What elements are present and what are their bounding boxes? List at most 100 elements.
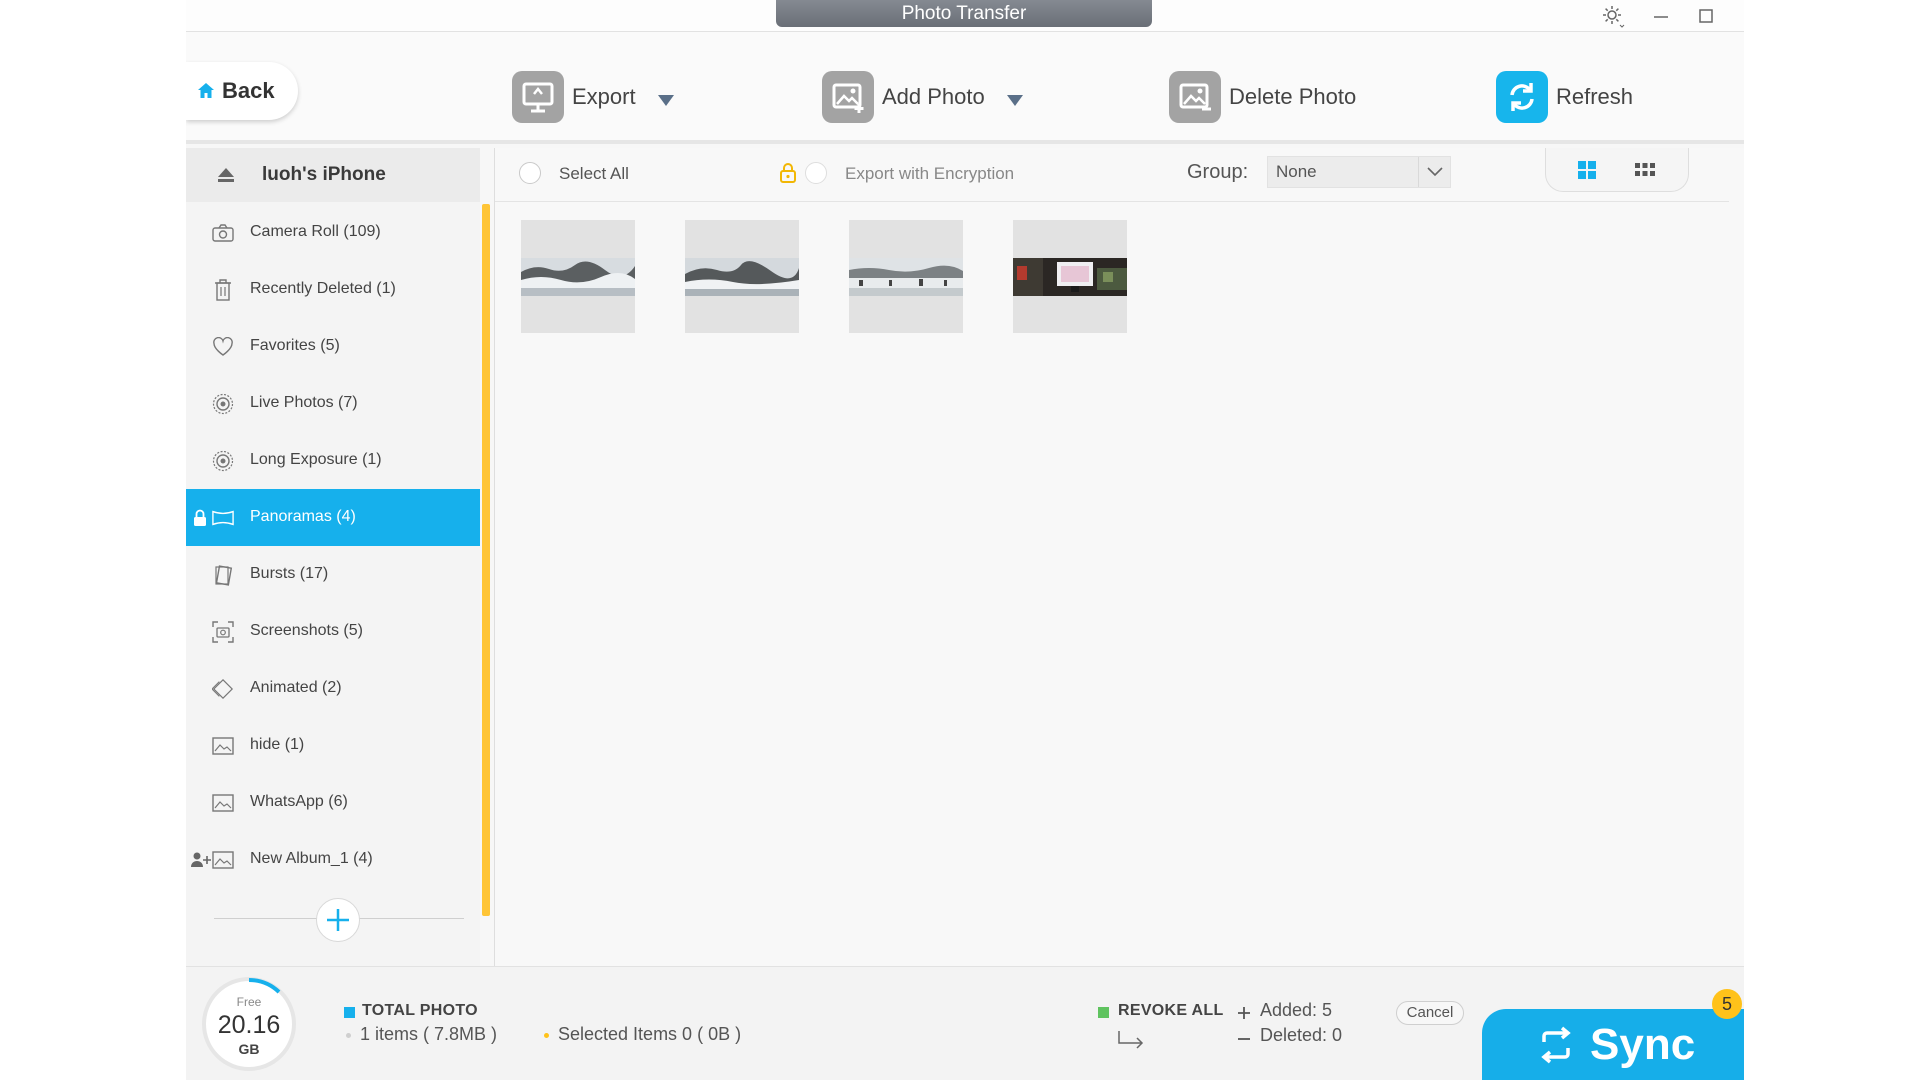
back-label: Back xyxy=(222,78,275,103)
indoor-panorama-image xyxy=(1013,258,1127,296)
encryption-checkbox[interactable] xyxy=(805,162,827,184)
storage-gauge: Free 20.16 GB xyxy=(202,977,296,1071)
maximize-icon[interactable] xyxy=(1691,4,1721,28)
sidebar-item-label: Favorites (5) xyxy=(250,337,340,354)
photo-thumbnail[interactable] xyxy=(521,220,635,333)
group-select[interactable]: None xyxy=(1267,156,1451,188)
refresh-button[interactable]: Refresh xyxy=(1496,70,1633,124)
back-button[interactable]: Back xyxy=(186,62,298,120)
sidebar: luoh's iPhone Camera Roll (109) Recently… xyxy=(186,148,490,966)
deleted-count: Deleted: 0 xyxy=(1260,1025,1343,1045)
sidebar-item-label: Screenshots (5) xyxy=(250,622,363,639)
added-count: Added: 5 xyxy=(1260,1000,1333,1020)
storage-unit: GB xyxy=(238,1041,260,1057)
encryption-lock-icon xyxy=(780,163,796,183)
sidebar-item-label: Live Photos (7) xyxy=(250,394,358,411)
plus-icon xyxy=(327,909,349,931)
panorama-icon xyxy=(212,507,234,529)
total-photo-label: TOTAL PHOTO xyxy=(362,1002,478,1019)
album-list: Camera Roll (109) Recently Deleted (1) F… xyxy=(186,204,480,888)
revoke-arrow-icon xyxy=(1118,1031,1144,1049)
photo-thumbnail[interactable] xyxy=(685,220,799,333)
album-icon xyxy=(212,735,234,757)
storage-free-label: Free xyxy=(236,995,262,1009)
status-footer: Free 20.16 GB TOTAL PHOTO 1 items ( 7.8M… xyxy=(186,966,1744,1080)
device-header[interactable]: luoh's iPhone xyxy=(186,148,480,202)
add-photo-label: Add Photo xyxy=(882,84,985,109)
sidebar-item-bursts[interactable]: Bursts (17) xyxy=(186,546,480,603)
sidebar-item-label: Long Exposure (1) xyxy=(250,451,382,468)
sidebar-item-label: Animated (2) xyxy=(250,679,342,696)
sidebar-item-label: Recently Deleted (1) xyxy=(250,280,396,297)
title-bar: Photo Transfer xyxy=(186,0,1744,32)
device-name: luoh's iPhone xyxy=(262,164,386,185)
sidebar-item-new-album-1[interactable]: New Album_1 (4) xyxy=(186,831,480,888)
export-button[interactable]: Export xyxy=(512,70,674,124)
photo-transfer-window: Photo Transfer Back Export Add Photo Del… xyxy=(186,0,1744,1080)
select-all-checkbox[interactable] xyxy=(519,162,541,184)
export-label: Export xyxy=(572,84,636,109)
sidebar-item-recently-deleted[interactable]: Recently Deleted (1) xyxy=(186,261,480,318)
photo-content-area: Select All Export with Encryption Group:… xyxy=(494,148,1744,966)
album-icon xyxy=(212,792,234,814)
sidebar-item-camera-roll[interactable]: Camera Roll (109) xyxy=(186,204,480,261)
window-title: Photo Transfer xyxy=(776,0,1152,27)
sidebar-item-whatsapp[interactable]: WhatsApp (6) xyxy=(186,774,480,831)
selected-dot xyxy=(544,1033,549,1038)
photo-thumbnail[interactable] xyxy=(849,220,963,333)
animated-icon xyxy=(212,678,234,700)
sync-button[interactable]: Sync xyxy=(1482,1009,1744,1080)
sidebar-item-animated[interactable]: Animated (2) xyxy=(186,660,480,717)
heart-icon xyxy=(212,336,234,358)
small-grid-view-icon[interactable] xyxy=(1632,158,1658,182)
add-photo-button[interactable]: Add Photo xyxy=(822,70,1023,124)
trash-icon xyxy=(212,279,234,301)
content-toolbar: Select All Export with Encryption Group:… xyxy=(495,148,1729,202)
snow-panorama-image xyxy=(685,258,799,296)
delete-photo-button[interactable]: Delete Photo xyxy=(1169,70,1356,124)
sidebar-item-label: WhatsApp (6) xyxy=(250,793,348,810)
storage-value: 20.16 xyxy=(217,1011,281,1039)
live-photo-icon xyxy=(212,450,234,472)
add-album-button[interactable] xyxy=(316,898,360,942)
eject-icon[interactable] xyxy=(216,166,236,184)
snow-panorama-image xyxy=(849,258,963,296)
select-all-label[interactable]: Select All xyxy=(559,164,629,184)
album-icon xyxy=(212,849,234,871)
home-icon xyxy=(198,83,214,98)
sidebar-item-label: hide (1) xyxy=(250,736,305,753)
refresh-icon xyxy=(1496,71,1548,123)
sidebar-scrollbar[interactable] xyxy=(482,204,490,916)
toolbar: Back Export Add Photo Delete Photo Refre… xyxy=(186,32,1744,144)
sidebar-item-long-exposure[interactable]: Long Exposure (1) xyxy=(186,432,480,489)
group-select-value: None xyxy=(1276,162,1317,181)
minimize-icon[interactable] xyxy=(1646,4,1676,28)
export-dropdown-arrow-icon[interactable] xyxy=(657,94,674,106)
snow-panorama-image xyxy=(521,258,635,296)
chevron-down-icon[interactable] xyxy=(1418,157,1450,187)
live-photo-icon xyxy=(212,393,234,415)
encryption-label[interactable]: Export with Encryption xyxy=(845,164,1014,184)
view-mode-toggle xyxy=(1545,148,1689,192)
sync-count-badge: 5 xyxy=(1712,989,1742,1019)
settings-gear-icon[interactable] xyxy=(1598,4,1628,28)
cancel-button[interactable]: Cancel xyxy=(1396,1001,1464,1025)
sidebar-item-panoramas[interactable]: Panoramas (4) xyxy=(186,489,480,546)
large-grid-view-icon[interactable] xyxy=(1574,158,1600,182)
sidebar-item-label: New Album_1 (4) xyxy=(250,850,373,867)
minus-icon xyxy=(1238,1038,1250,1040)
sidebar-item-label: Camera Roll (109) xyxy=(250,223,381,240)
add-photo-dropdown-arrow-icon[interactable] xyxy=(1006,94,1023,106)
sidebar-item-screenshots[interactable]: Screenshots (5) xyxy=(186,603,480,660)
group-label: Group: xyxy=(1187,161,1249,183)
sidebar-item-live-photos[interactable]: Live Photos (7) xyxy=(186,375,480,432)
export-icon xyxy=(512,71,564,123)
sidebar-item-hide[interactable]: hide (1) xyxy=(186,717,480,774)
photo-thumbnail[interactable] xyxy=(1013,220,1127,333)
sidebar-item-favorites[interactable]: Favorites (5) xyxy=(186,318,480,375)
revoke-all-button[interactable]: REVOKE ALL xyxy=(1118,1002,1224,1020)
delete-photo-icon xyxy=(1169,71,1221,123)
lock-icon[interactable] xyxy=(192,509,208,527)
sync-label: Sync xyxy=(1590,1020,1696,1069)
items-count: 1 items ( 7.8MB ) xyxy=(360,1024,498,1044)
